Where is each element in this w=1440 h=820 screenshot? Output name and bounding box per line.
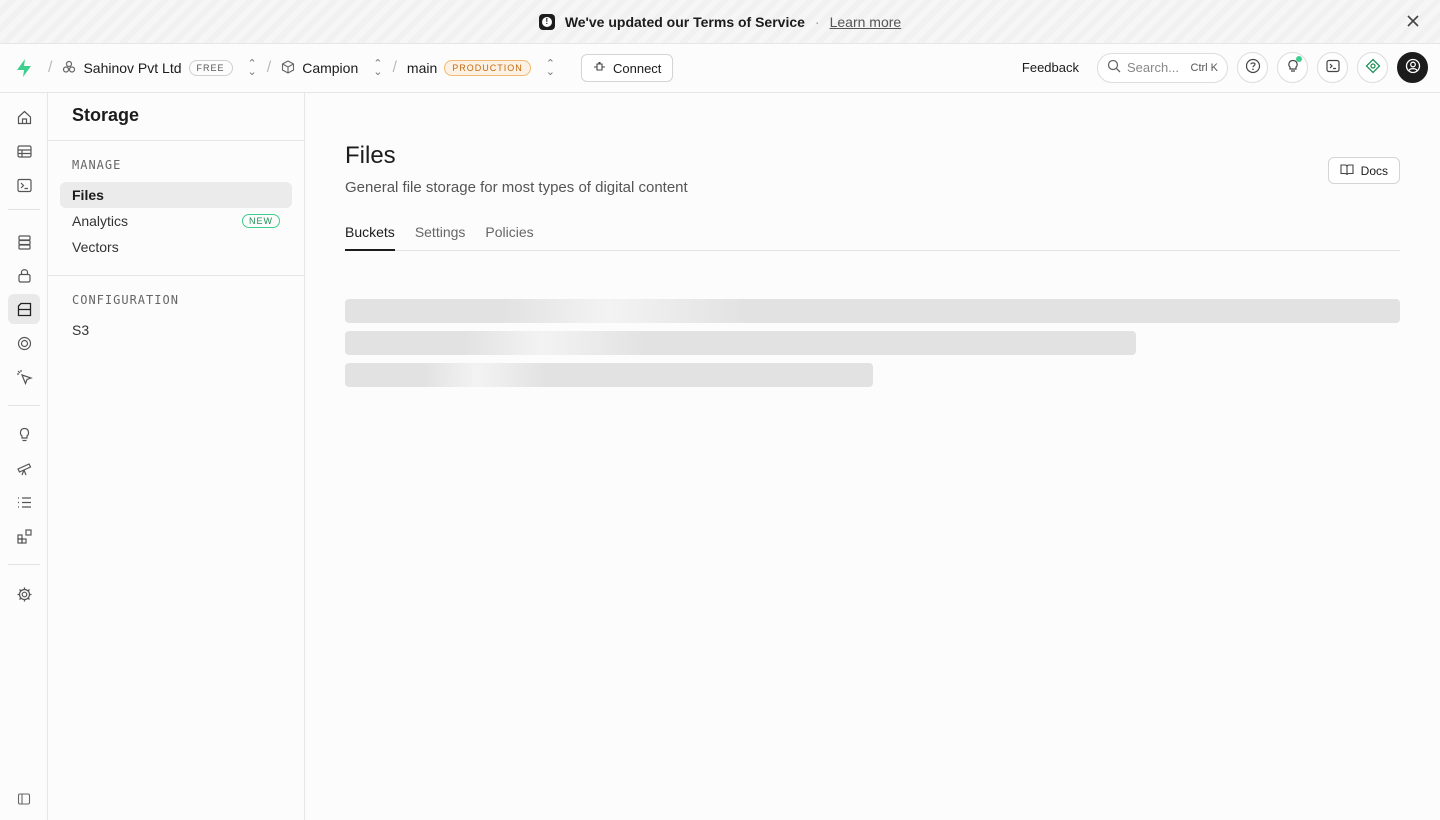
chevron-updown-icon[interactable]: ⌃ ⌄	[248, 59, 257, 78]
table-editor-icon[interactable]	[8, 136, 40, 166]
storage-icon[interactable]	[8, 294, 40, 324]
search-input[interactable]: Search... Ctrl K	[1097, 52, 1228, 83]
branch-selector[interactable]: main PRODUCTION ⌃ ⌄	[406, 59, 555, 78]
rail-divider	[8, 209, 40, 210]
org-icon	[62, 60, 76, 77]
sidebar-item-label: S3	[72, 322, 90, 338]
rail-divider	[8, 564, 40, 565]
help-icon	[1245, 58, 1261, 77]
new-badge: NEW	[242, 214, 280, 228]
terminal-icon	[1325, 58, 1341, 77]
configuration-group: CONFIGURATION S3	[48, 276, 304, 358]
integrations-icon[interactable]	[8, 521, 40, 551]
close-icon[interactable]	[1404, 13, 1422, 31]
book-icon	[1340, 163, 1354, 179]
sidebar-item-analytics[interactable]: Analytics NEW	[60, 208, 292, 234]
diamond-icon	[1365, 58, 1381, 77]
box-icon	[281, 59, 295, 77]
sidebar-item-files[interactable]: Files	[60, 182, 292, 208]
chevron-updown-icon[interactable]: ⌃ ⌄	[373, 59, 382, 78]
project-selector[interactable]: Campion ⌃ ⌄	[281, 59, 382, 78]
terms-banner: ! We've updated our Terms of Service · L…	[0, 0, 1440, 44]
plan-badge: FREE	[188, 60, 233, 76]
chevron-updown-icon[interactable]: ⌃ ⌄	[546, 59, 555, 78]
database-icon[interactable]	[8, 227, 40, 257]
main-content: Files General file storage for most type…	[305, 93, 1440, 820]
banner-separator: ·	[814, 13, 820, 30]
org-name: Sahinov Pvt Ltd	[83, 60, 182, 76]
docs-label: Docs	[1360, 163, 1388, 178]
alert-icon: !	[538, 13, 555, 30]
tab-buckets[interactable]: Buckets	[345, 223, 395, 251]
realtime-icon[interactable]	[8, 362, 40, 392]
connect-label: Connect	[612, 60, 662, 76]
advisors-lightbulb-icon[interactable]	[8, 419, 40, 449]
page-subtitle: General file storage for most types of d…	[345, 179, 688, 196]
sidebar-item-label: Files	[72, 187, 104, 203]
search-shortcut: Ctrl K	[1190, 61, 1219, 74]
rail-divider	[8, 405, 40, 406]
advisor-button[interactable]	[1277, 52, 1308, 83]
supabase-logo-icon[interactable]	[0, 58, 48, 78]
project-name: Campion	[302, 60, 359, 76]
sql-editor-icon[interactable]	[8, 170, 40, 200]
loading-skeleton-row	[345, 299, 1400, 323]
manage-group: MANAGE Files Analytics NEW Vectors	[48, 141, 304, 276]
sidebar-item-label: Analytics	[72, 213, 129, 229]
learn-more-link[interactable]: Learn more	[830, 14, 902, 30]
sidebar-item-s3[interactable]: S3	[60, 317, 292, 343]
user-avatar[interactable]	[1397, 52, 1428, 83]
group-title: MANAGE	[72, 158, 122, 172]
org-selector[interactable]: Sahinov Pvt Ltd FREE ⌃ ⌄	[62, 59, 257, 78]
docs-button[interactable]: Docs	[1327, 157, 1400, 184]
group-title: CONFIGURATION	[72, 293, 179, 307]
icon-rail	[0, 93, 48, 820]
sidebar-item-label: Vectors	[72, 239, 119, 255]
breadcrumb-separator: /	[392, 59, 397, 76]
connect-button[interactable]: Connect	[580, 54, 674, 82]
plug-icon	[593, 61, 606, 76]
storage-sidebar: Storage MANAGE Files Analytics NEW Vecto…	[48, 93, 305, 820]
loading-skeleton-row	[345, 363, 873, 387]
sidebar-title: Storage	[48, 93, 304, 141]
tab-policies[interactable]: Policies	[485, 223, 533, 251]
breadcrumb-separator: /	[48, 59, 53, 76]
notification-dot	[1296, 56, 1302, 62]
branch-name: main	[406, 60, 438, 76]
settings-gear-icon[interactable]	[8, 579, 40, 609]
tab-settings[interactable]: Settings	[415, 223, 466, 251]
page-title: Files	[345, 142, 396, 169]
user-icon	[1405, 58, 1421, 77]
search-icon	[1107, 59, 1121, 76]
environment-badge: PRODUCTION	[444, 60, 531, 76]
loading-skeleton-row	[345, 331, 1136, 355]
sql-console-button[interactable]	[1317, 52, 1348, 83]
home-icon[interactable]	[8, 102, 40, 132]
auth-lock-icon[interactable]	[8, 260, 40, 290]
logs-list-icon[interactable]	[8, 487, 40, 517]
ai-assistant-button[interactable]	[1357, 52, 1388, 83]
collapse-sidebar-icon[interactable]	[8, 784, 40, 814]
banner-message: We've updated our Terms of Service	[564, 13, 805, 30]
breadcrumb-separator: /	[266, 59, 272, 76]
edge-functions-icon[interactable]	[8, 328, 40, 358]
telescope-icon[interactable]	[8, 453, 40, 483]
tab-bar: Buckets Settings Policies	[345, 223, 1400, 251]
search-placeholder: Search...	[1127, 60, 1180, 75]
sidebar-item-vectors[interactable]: Vectors	[60, 234, 292, 260]
help-button[interactable]	[1237, 52, 1268, 83]
top-navigation: / Sahinov Pvt Ltd FREE ⌃ ⌄ / Campion ⌃ ⌄ /…	[0, 44, 1440, 93]
feedback-button[interactable]: Feedback	[1022, 60, 1079, 75]
